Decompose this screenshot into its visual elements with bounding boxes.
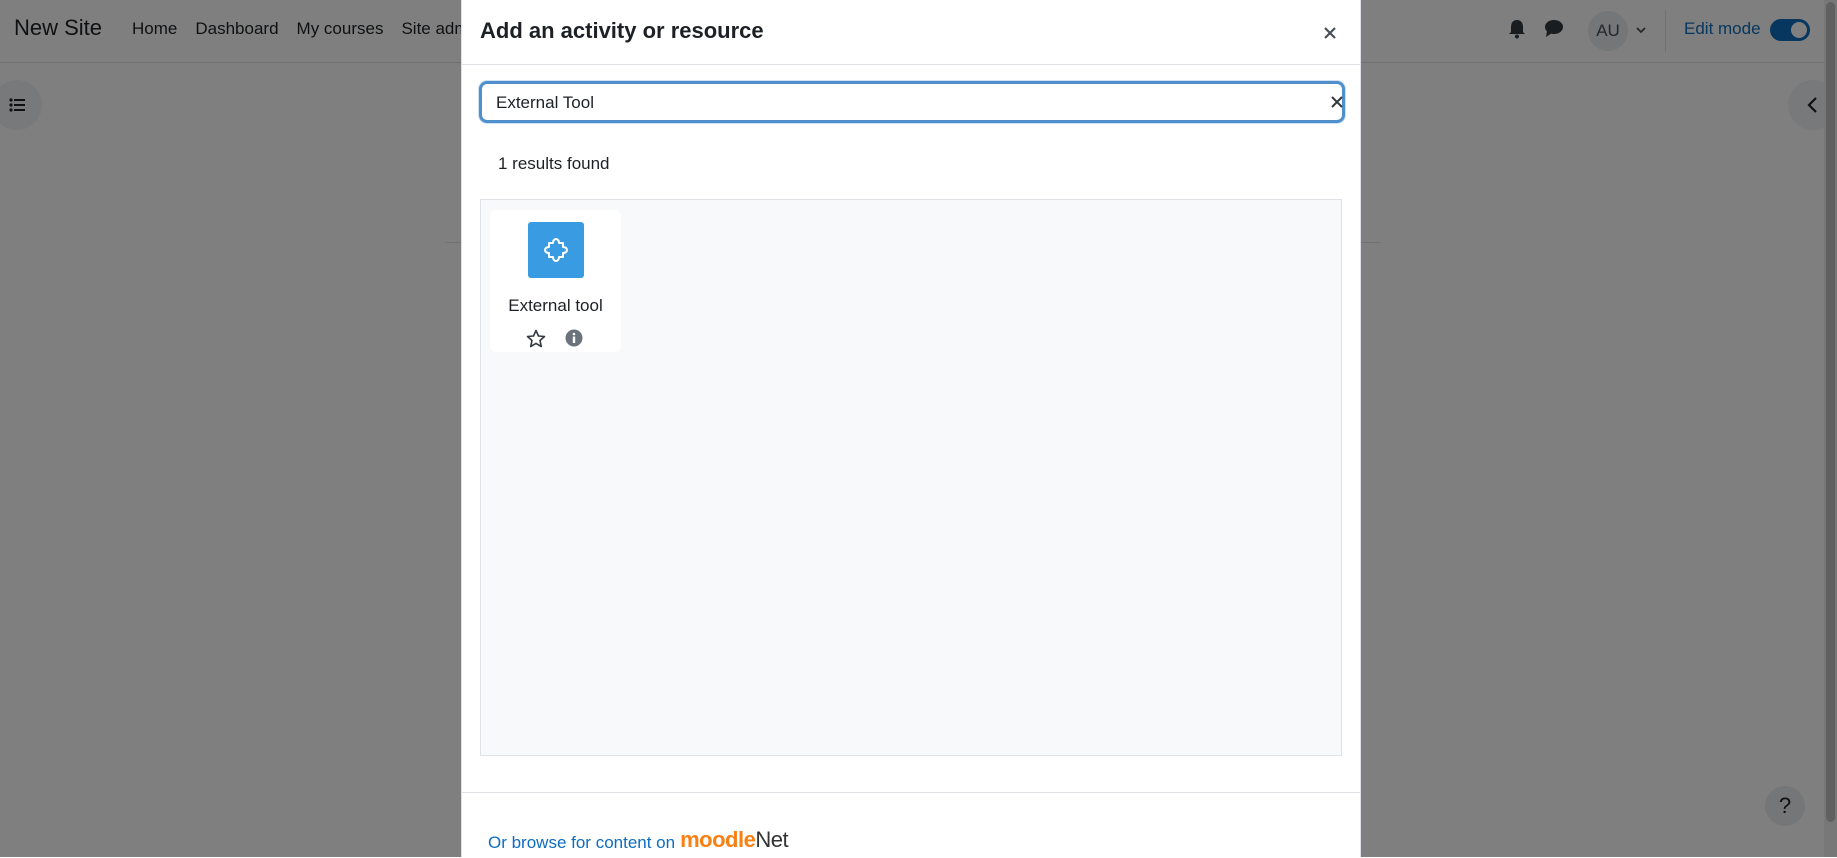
results-count: 1 results found xyxy=(498,154,610,173)
puzzle-icon xyxy=(528,222,584,278)
moodlenet-logo: moodleNet xyxy=(680,827,788,853)
modal-title: Add an activity or resource xyxy=(480,18,764,43)
browse-moodlenet-text: Or browse for content on xyxy=(488,833,676,852)
info-icon[interactable] xyxy=(565,329,583,352)
moodlenet-logo-moodle: moodle xyxy=(680,827,756,852)
close-icon[interactable] xyxy=(1317,20,1343,46)
search-results-area: External tool xyxy=(480,199,1342,756)
modal-header: Add an activity or resource xyxy=(462,0,1360,65)
moodlenet-logo-net: Net xyxy=(755,827,789,852)
add-activity-modal: Add an activity or resource 1 results fo… xyxy=(461,0,1361,857)
browse-moodlenet-link[interactable]: Or browse for content on moodleNet xyxy=(488,827,789,853)
search-field xyxy=(479,81,1345,123)
activity-tile-label: External tool xyxy=(508,296,603,315)
star-icon[interactable] xyxy=(526,329,546,354)
clear-search-icon[interactable] xyxy=(1327,92,1347,112)
modal-footer: Or browse for content on moodleNet xyxy=(462,792,1360,858)
activity-tile-external-tool[interactable]: External tool xyxy=(490,210,621,352)
search-input[interactable] xyxy=(494,84,1298,122)
